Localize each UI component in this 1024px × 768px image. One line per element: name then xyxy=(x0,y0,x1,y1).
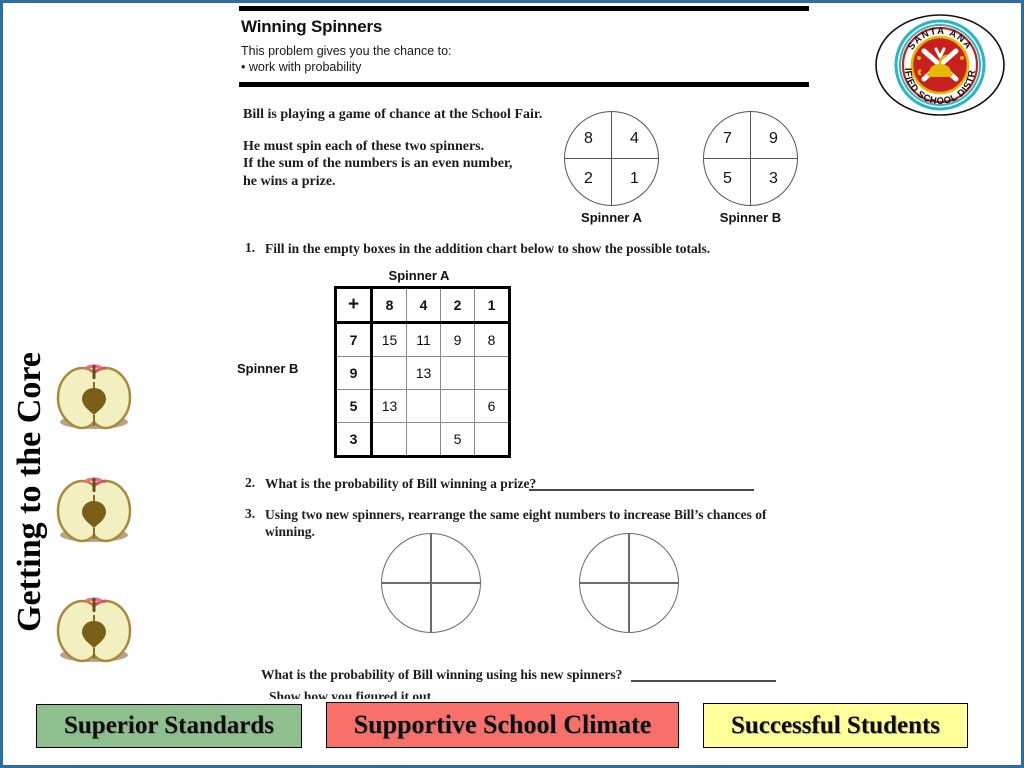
banner-successful-students-label: Successful Students xyxy=(730,711,941,739)
question-4-answer-blank[interactable] xyxy=(631,680,776,682)
chart-row-header-cell: 5 xyxy=(335,389,373,423)
chart-value-cell[interactable] xyxy=(474,422,510,457)
spinner-a-circle: 8 4 2 1 xyxy=(564,111,659,206)
chart-value-cell[interactable]: 15 xyxy=(371,322,407,357)
spinner-b-label: Spinner B xyxy=(719,210,782,225)
chart-header-cell: 1 xyxy=(474,287,510,324)
chart-value-cell[interactable]: 13 xyxy=(371,389,407,423)
chart-value-cell[interactable]: 6 xyxy=(474,389,510,423)
chart-value-cell[interactable] xyxy=(406,389,441,423)
banner-superior-standards-label: Superior Standards xyxy=(63,712,274,739)
spinner-divider-horizontal xyxy=(382,582,480,584)
vertical-banner-title: Getting to the Core xyxy=(11,352,48,632)
addition-chart-table[interactable]: +8 4 2 1 7 15 11 9 8 9 13 5 13 6 3 5 xyxy=(334,286,511,458)
chart-value-cell[interactable] xyxy=(371,356,407,390)
spinner-b-value-bottom-left: 5 xyxy=(723,169,732,187)
apple-half-icon xyxy=(56,477,132,543)
chart-value-cell[interactable]: 8 xyxy=(474,322,510,357)
chart-value-cell[interactable]: 9 xyxy=(440,322,475,357)
apple-half-icon xyxy=(56,597,132,663)
worksheet-subtitle-line-1: This problem gives you the chance to: xyxy=(241,44,452,58)
chart-value-cell[interactable]: 13 xyxy=(406,356,441,390)
chart-row-header-cell: 9 xyxy=(335,356,373,390)
empty-spinner-right-circle[interactable] xyxy=(579,533,679,633)
banner-superior-standards[interactable]: Superior Standards xyxy=(36,704,302,748)
worksheet-subtitle-line-2: • work with probability xyxy=(241,60,362,74)
chart-header-cell: 4 xyxy=(406,287,441,324)
chart-value-cell[interactable] xyxy=(440,356,475,390)
slide-canvas: Getting to the Core Winning Spinners Thi… xyxy=(0,0,1024,768)
chart-header-cell: 8 xyxy=(371,287,407,324)
intro-line-3: If the sum of the numbers is an even num… xyxy=(243,156,513,171)
chart-value-cell[interactable] xyxy=(371,422,407,457)
chart-plus-cell: + xyxy=(335,287,373,324)
chart-value-cell[interactable] xyxy=(406,422,441,457)
intro-line-1: Bill is playing a game of chance at the … xyxy=(243,107,543,122)
left-rail: Getting to the Core xyxy=(6,343,141,683)
spinner-divider-horizontal xyxy=(580,582,678,584)
spinner-b: 7 9 5 3 Spinner B xyxy=(703,111,798,225)
chart-value-cell[interactable]: 5 xyxy=(440,422,475,457)
chart-row: 7 15 11 9 8 xyxy=(335,322,510,357)
spinner-a-value-bottom-left: 2 xyxy=(584,169,593,187)
chart-header-cell: 2 xyxy=(440,287,475,324)
spinner-a-label: Spinner A xyxy=(581,210,642,225)
empty-spinner-left[interactable] xyxy=(381,533,481,633)
spinner-a: 8 4 2 1 Spinner A xyxy=(564,111,659,225)
chart-caption-spinner-b: Spinner B xyxy=(237,361,299,376)
intro-line-4: he wins a prize. xyxy=(243,173,336,189)
question-1-number: 1. xyxy=(245,240,256,255)
question-3-text-bold: same eight numbers xyxy=(490,507,606,522)
title-rule-bottom xyxy=(239,82,809,87)
chart-row: 5 13 6 xyxy=(335,389,510,423)
chart-row: 35 xyxy=(335,422,510,457)
spinner-a-value-bottom-right: 1 xyxy=(630,169,639,187)
question-4-text: What is the probability of Bill winning … xyxy=(261,667,623,682)
banner-supportive-school-climate-label: Supportive School Climate xyxy=(353,710,652,739)
worksheet-page: Winning Spinners This problem gives you … xyxy=(237,3,819,703)
spinner-b-circle: 7 9 5 3 xyxy=(703,111,798,206)
intro-line-2: He must spin each of these two spinners. xyxy=(243,138,485,154)
spinner-b-value-bottom-right: 3 xyxy=(769,169,778,187)
santa-ana-unified-school-district-seal: SANTA ANA UNIFIED SCHOOL DISTRICT xyxy=(874,13,1005,116)
chart-header-row: +8 4 2 1 xyxy=(335,287,510,324)
question-2-answer-blank[interactable] xyxy=(529,489,754,491)
worksheet-title: Winning Spinners xyxy=(241,17,383,36)
chart-value-cell[interactable]: 11 xyxy=(406,322,441,357)
chart-row: 9 13 xyxy=(335,356,510,390)
question-3-text-before: Using two new spinners, rearrange the xyxy=(265,507,491,522)
empty-spinner-right[interactable] xyxy=(579,533,679,633)
question-2-number: 2. xyxy=(245,475,256,490)
chart-row-header-cell: 3 xyxy=(335,422,373,457)
chart-row-header-cell: 7 xyxy=(335,322,373,357)
empty-spinner-left-circle[interactable] xyxy=(381,533,481,633)
title-rule-top xyxy=(239,6,809,11)
chart-value-cell[interactable] xyxy=(474,356,510,390)
question-3-text: Using two new spinners, rearrange the sa… xyxy=(265,506,805,540)
addition-chart-area: Spinner A Spinner B +8 4 2 1 7 15 11 9 8 9 13 5 13 6 3… xyxy=(237,268,511,458)
problem-intro: Bill is playing a game of chance at the … xyxy=(243,106,573,190)
question-1-text: Fill in the empty boxes in the addition … xyxy=(265,241,711,256)
banner-supportive-school-climate[interactable]: Supportive School Climate xyxy=(326,702,679,748)
chart-caption-spinner-a: Spinner A xyxy=(388,268,450,283)
question-3-number: 3. xyxy=(245,506,256,521)
chart-value-cell[interactable] xyxy=(440,389,475,423)
apple-half-icon xyxy=(56,364,132,430)
question-5-text: Show how you figured it out. xyxy=(269,689,435,699)
banner-successful-students[interactable]: Successful Students xyxy=(703,703,968,748)
